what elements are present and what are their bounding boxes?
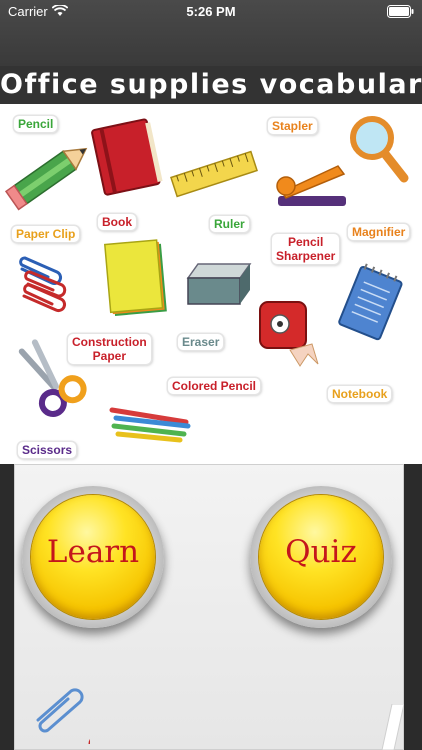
eraser-icon xyxy=(186,263,252,305)
colored-pencil-icon xyxy=(109,407,191,443)
label-eraser: Eraser xyxy=(178,334,224,350)
label-pencil-sharpener: Pencil Sharpener xyxy=(272,234,340,264)
label-colored-pencil: Colored Pencil xyxy=(168,378,261,394)
magnifier-icon xyxy=(350,116,409,183)
battery-icon xyxy=(387,5,414,18)
label-notebook: Notebook xyxy=(328,386,392,402)
paper-clip-decoration-icon xyxy=(36,688,90,744)
label-scissors: Scissors xyxy=(18,442,77,458)
notebook-icon xyxy=(338,263,403,341)
label-construction-paper-line2: Paper xyxy=(92,349,127,363)
app-title: Office supplies vocabulary xyxy=(0,69,422,100)
stapler-icon xyxy=(276,165,346,206)
label-pencil: Pencil xyxy=(14,116,58,132)
construction-paper-icon xyxy=(103,239,167,316)
status-bar: Carrier 5:26 PM xyxy=(0,0,422,24)
label-pencil-sharpener-line1: Pencil xyxy=(288,235,324,249)
label-construction-paper-line1: Construction xyxy=(72,335,147,349)
pencil-sharpener-icon xyxy=(259,301,319,367)
menu-panel: Learn Quiz xyxy=(14,464,404,750)
label-paper-clip: Paper Clip xyxy=(12,226,80,242)
learn-button[interactable]: Learn xyxy=(22,486,164,628)
quiz-button-label: Quiz xyxy=(285,534,357,570)
ruler-icon xyxy=(170,150,258,198)
book-icon xyxy=(91,118,163,196)
pencil-icon xyxy=(4,147,88,211)
pencil-decoration-icon xyxy=(381,704,404,750)
label-pencil-sharpener-line2: Sharpener xyxy=(276,249,336,263)
vocabulary-poster: Pencil Book Ruler Stapler Magnifier Pape… xyxy=(0,104,422,464)
label-stapler: Stapler xyxy=(268,118,317,134)
poster-artwork xyxy=(4,116,409,443)
paper-clip-icon xyxy=(19,256,67,313)
clock: 5:26 PM xyxy=(186,4,236,19)
label-ruler: Ruler xyxy=(210,216,249,232)
label-book: Book xyxy=(98,214,136,230)
label-magnifier: Magnifier xyxy=(348,224,410,240)
title-bar: Office supplies vocabulary xyxy=(0,66,422,104)
learn-button-label: Learn xyxy=(46,534,140,570)
label-construction-paper: Construction Paper xyxy=(68,334,151,364)
quiz-button[interactable]: Quiz xyxy=(250,486,392,628)
